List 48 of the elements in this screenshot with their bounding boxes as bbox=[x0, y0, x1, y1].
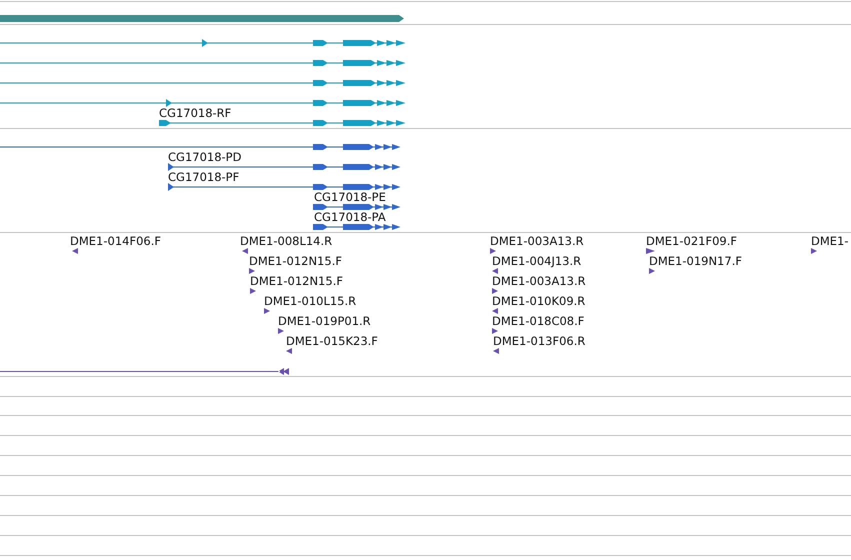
protein-drawing[interactable] bbox=[313, 224, 400, 230]
protein-drawing[interactable] bbox=[0, 144, 400, 150]
clone-label: DME1-014F06.F bbox=[70, 234, 161, 248]
clone-marker[interactable] bbox=[646, 248, 655, 254]
clone-marker[interactable] bbox=[492, 288, 498, 294]
clone-marker[interactable] bbox=[264, 308, 270, 314]
clone-span-drawing[interactable] bbox=[0, 368, 289, 375]
clone-label: DME1-012N15.F bbox=[249, 254, 342, 268]
protein-label: CG17018-PE bbox=[314, 190, 386, 204]
clone-label: DME1-010K09.R bbox=[492, 294, 586, 308]
clone-marker[interactable] bbox=[250, 288, 256, 294]
clone-label: DME1-019N17.F bbox=[649, 254, 742, 268]
clone-marker[interactable] bbox=[278, 328, 284, 334]
transcript-drawing[interactable] bbox=[0, 60, 406, 66]
transcript-drawing[interactable] bbox=[159, 120, 406, 126]
clone-label: DME1-003A13.R bbox=[490, 234, 584, 248]
clone-marker[interactable] bbox=[649, 268, 655, 274]
transcript-drawing[interactable] bbox=[0, 99, 406, 107]
clone-label: DME1-003A13.R bbox=[492, 274, 586, 288]
protein-drawing[interactable] bbox=[313, 204, 400, 210]
clone-marker[interactable] bbox=[72, 248, 78, 254]
clone-marker[interactable] bbox=[492, 328, 498, 334]
clone-label: DME1-019P01.R bbox=[278, 314, 371, 328]
protein-label: CG17018-PA bbox=[314, 210, 386, 224]
transcript-drawing[interactable] bbox=[0, 80, 406, 86]
clone-marker[interactable] bbox=[493, 348, 499, 354]
clone-label: DME1-004J13.R bbox=[492, 254, 582, 268]
clone-marker[interactable] bbox=[286, 348, 292, 354]
clone-label: DME1-013F06.R bbox=[493, 334, 586, 348]
clone-label: DME1-008L14.R bbox=[240, 234, 332, 248]
clone-marker[interactable] bbox=[242, 248, 248, 254]
clone-label: DME1-010L15.R bbox=[264, 294, 356, 308]
clone-marker[interactable] bbox=[490, 248, 496, 254]
protein-drawing[interactable] bbox=[168, 183, 400, 191]
clone-label: DME1-021F09.F bbox=[646, 234, 737, 248]
protein-drawing[interactable] bbox=[168, 163, 400, 171]
clone-label: DME1-015K23.F bbox=[286, 334, 378, 348]
clone-label: DME1- bbox=[811, 234, 849, 248]
clone-marker[interactable] bbox=[249, 268, 255, 274]
protein-label: CG17018-PD bbox=[168, 150, 242, 164]
transcript-drawing[interactable] bbox=[0, 39, 406, 47]
clone-marker[interactable] bbox=[811, 248, 817, 254]
clone-label: DME1-018C08.F bbox=[492, 314, 584, 328]
clone-marker[interactable] bbox=[492, 268, 498, 274]
transcript-label: CG17018-RF bbox=[159, 106, 232, 120]
clone-marker[interactable] bbox=[492, 308, 498, 314]
protein-label: CG17018-PF bbox=[168, 170, 240, 184]
clone-label: DME1-012N15.F bbox=[250, 274, 343, 288]
